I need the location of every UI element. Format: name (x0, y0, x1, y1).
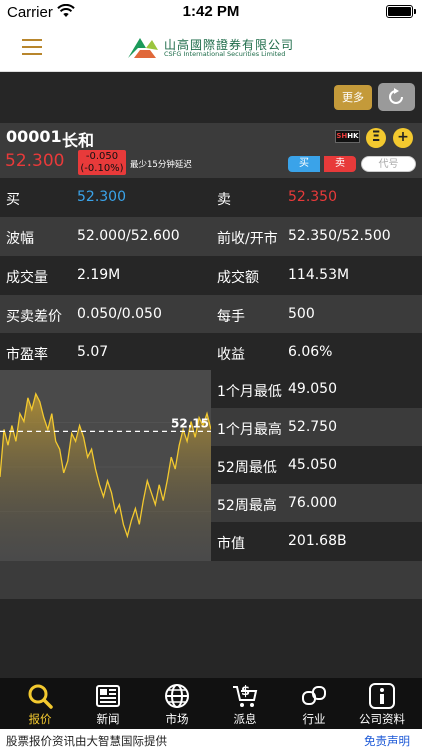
tab-market[interactable]: 市场 (142, 678, 212, 729)
stat-row: 1个月最高 52.750 (211, 408, 422, 446)
ask-value: 52.350 (288, 189, 337, 205)
company-logo: 山高國際證券有限公司 CSFG International Securities… (126, 36, 306, 60)
month-high-value: 52.750 (288, 419, 337, 435)
tab-label: 行业 (302, 712, 326, 726)
tab-quote[interactable]: 报价 (5, 678, 75, 729)
refresh-button[interactable] (378, 83, 415, 111)
tab-news[interactable]: 新闻 (73, 678, 143, 729)
month-high-label: 1个月最高 (217, 422, 282, 438)
search-icon (28, 684, 53, 709)
badge-hk: HK (347, 132, 359, 140)
month-low-label: 1个月最低 (217, 384, 282, 400)
sell-button[interactable]: 卖 (324, 156, 356, 172)
spread-label: 买卖差价 (6, 309, 62, 325)
volume-value: 2.19M (77, 267, 121, 283)
pe-value: 5.07 (77, 344, 109, 360)
turnover-value: 114.53M (288, 267, 350, 283)
quote-row: 市盈率 5.07 收益 6.06% (0, 333, 422, 372)
status-bar: Carrier 1:42 PM (0, 0, 422, 24)
ask-label: 卖 (217, 192, 231, 208)
price-change-percent: (-0.10%) (80, 163, 124, 174)
industry-icon (302, 686, 326, 705)
pe-label: 市盈率 (6, 347, 48, 363)
spread-value: 0.050/0.050 (77, 306, 162, 322)
tab-label: 新闻 (96, 712, 120, 726)
market-cap-value: 201.68B (288, 533, 347, 549)
footer-bar: 股票报价资讯由大智慧国际提供 免责声明 (0, 729, 422, 750)
list-menu-button[interactable]: Ξ (366, 128, 386, 148)
empty-area (0, 599, 422, 678)
stat-row: 52周最高 76.000 (211, 484, 422, 522)
shhk-connect-badge: SHHK (335, 130, 360, 143)
market-cap-label: 市值 (217, 536, 245, 552)
tab-label: 公司资料 (359, 712, 405, 726)
yield-label: 收益 (217, 347, 245, 363)
refresh-icon (389, 88, 403, 104)
logo-mark-icon (128, 38, 158, 58)
week52-low-value: 45.050 (288, 457, 337, 473)
stat-row: 市值 201.68B (211, 522, 422, 560)
quote-row: 成交量 2.19M 成交额 114.53M (0, 256, 422, 295)
intraday-chart[interactable]: 52.15 (0, 370, 212, 561)
week52-low-label: 52周最低 (217, 460, 277, 476)
bid-label: 买 (6, 192, 20, 208)
more-button[interactable]: 更多 (334, 85, 372, 110)
turnover-label: 成交额 (217, 270, 259, 286)
week52-high-label: 52周最高 (217, 498, 277, 514)
month-low-value: 49.050 (288, 381, 337, 397)
range-value: 52.000/52.600 (77, 228, 180, 244)
stock-code-input[interactable]: 代号 (361, 156, 416, 172)
tab-industry[interactable]: 行业 (279, 678, 349, 729)
clock: 1:42 PM (182, 3, 240, 20)
badge-sh: SH (336, 132, 348, 140)
empty-row (0, 561, 422, 599)
quote-row: 买 52.300 卖 52.350 (0, 178, 422, 217)
buy-button[interactable]: 买 (288, 156, 320, 172)
hamburger-menu-icon[interactable] (22, 39, 42, 56)
add-watchlist-button[interactable]: + (393, 128, 413, 148)
prev-open-value: 52.350/52.500 (288, 228, 391, 244)
intraday-chart-svg: 52.15 (0, 391, 212, 561)
current-price-label: 52.15 (171, 416, 209, 430)
quote-row: 波幅 52.000/52.600 前收/开市 52.350/52.500 (0, 217, 422, 256)
tab-company-info[interactable]: 公司资料 (347, 678, 417, 729)
quote-toolbar: 更多 (0, 73, 422, 121)
price-change-badge: -0.050 (-0.10%) (78, 150, 126, 175)
tab-label: 报价 (28, 712, 52, 726)
prev-open-label: 前收/开市 (217, 231, 278, 247)
stat-row: 52周最低 45.050 (211, 446, 422, 484)
app-header: 山高國際證券有限公司 CSFG International Securities… (0, 24, 422, 72)
yield-value: 6.06% (288, 344, 333, 360)
dollar-cart-icon: $ (233, 684, 258, 707)
stock-header: 00001 长和 52.300 -0.050 (-0.10%) 最少15分钟延迟… (0, 123, 422, 178)
delay-note: 最少15分钟延迟 (130, 160, 192, 170)
tab-label: 派息 (233, 712, 257, 726)
week52-high-value: 76.000 (288, 495, 337, 511)
bid-value: 52.300 (77, 189, 126, 205)
stock-name: 长和 (62, 131, 95, 150)
globe-icon (165, 684, 189, 708)
logo-english-name: CSFG International Securities Limited (164, 50, 286, 58)
stock-code: 00001 (6, 127, 62, 146)
data-source-note: 股票报价资讯由大智慧国际提供 (6, 734, 167, 748)
price-change: -0.050 (85, 151, 119, 162)
stock-price: 52.300 (5, 151, 65, 171)
bottom-tab-bar: 报价 新闻 市场 $ 派息 行业 公司资料 (0, 678, 422, 729)
info-icon (369, 683, 395, 709)
battery-icon (386, 5, 416, 18)
volume-label: 成交量 (6, 270, 48, 286)
lot-size-label: 每手 (217, 309, 245, 325)
tab-label: 市场 (165, 712, 189, 726)
tab-dividend[interactable]: $ 派息 (210, 678, 280, 729)
stat-row: 1个月最低 49.050 (211, 370, 422, 408)
quote-row: 买卖差价 0.050/0.050 每手 500 (0, 295, 422, 334)
newspaper-icon (96, 685, 120, 707)
range-label: 波幅 (6, 231, 34, 247)
disclaimer-link[interactable]: 免责声明 (364, 733, 410, 749)
range-stats: 1个月最低 49.050 1个月最高 52.750 52周最低 45.050 52周最… (211, 370, 422, 561)
lot-size-value: 500 (288, 306, 315, 322)
